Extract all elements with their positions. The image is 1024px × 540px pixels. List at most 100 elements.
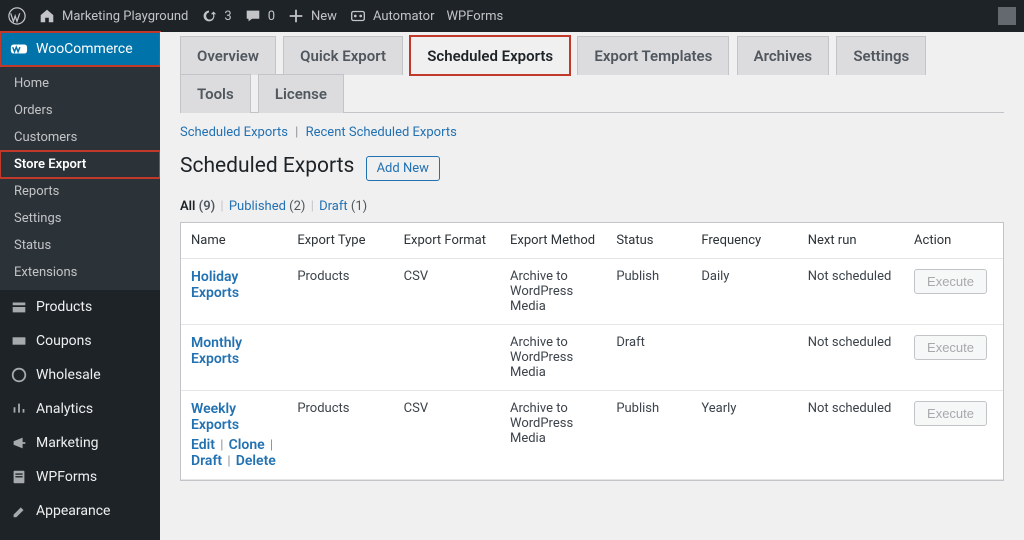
updates[interactable]: 3 bbox=[200, 7, 231, 25]
automator-label: Automator bbox=[373, 9, 435, 24]
row-status: Publish bbox=[606, 391, 691, 480]
site-name-label: Marketing Playground bbox=[62, 9, 188, 24]
tab-license[interactable]: License bbox=[258, 74, 344, 113]
filter-all[interactable]: All (9) bbox=[180, 199, 215, 214]
filter-published[interactable]: Published (2) bbox=[229, 199, 306, 214]
page-title: Scheduled Exports bbox=[180, 154, 354, 178]
row-frequency: Daily bbox=[691, 259, 797, 325]
submenu-customers[interactable]: Customers bbox=[0, 124, 160, 151]
col-frequency: Frequency bbox=[691, 223, 797, 259]
sidebar-item-marketing[interactable]: Marketing bbox=[0, 426, 160, 460]
site-name[interactable]: Marketing Playground bbox=[38, 7, 188, 25]
sidebar-item-appearance[interactable]: Appearance bbox=[0, 494, 160, 528]
submenu-orders[interactable]: Orders bbox=[0, 97, 160, 124]
execute-button[interactable]: Execute bbox=[914, 401, 987, 426]
col-method: Export Method bbox=[500, 223, 606, 259]
tab-tools[interactable]: Tools bbox=[180, 74, 251, 113]
automator-link[interactable]: Automator bbox=[349, 7, 435, 25]
submenu-label: Customers bbox=[14, 130, 77, 145]
nav-tabs: Overview Quick Export Scheduled Exports … bbox=[180, 36, 1004, 113]
row-name-link[interactable]: Monthly Exports bbox=[191, 335, 242, 367]
separator: | bbox=[309, 199, 316, 214]
woocommerce-icon bbox=[10, 40, 28, 58]
row-next-run: Not scheduled bbox=[798, 325, 904, 391]
avatar bbox=[998, 7, 1016, 25]
new-content[interactable]: New bbox=[287, 7, 337, 25]
tab-archives[interactable]: Archives bbox=[737, 36, 830, 75]
sidebar-item-label: Marketing bbox=[36, 435, 99, 451]
row-status: Draft bbox=[606, 325, 691, 391]
filter-label: Published bbox=[229, 199, 286, 214]
sidebar-item-label: Coupons bbox=[36, 333, 92, 349]
row-frequency bbox=[691, 325, 797, 391]
separator: | bbox=[265, 438, 275, 453]
filter-draft[interactable]: Draft (1) bbox=[319, 199, 367, 214]
woocommerce-submenu: Home Orders Customers Store Export Repor… bbox=[0, 66, 160, 290]
automator-icon bbox=[349, 7, 367, 25]
sidebar-item-label: WooCommerce bbox=[36, 41, 133, 57]
sidebar-item-label: Products bbox=[36, 299, 92, 315]
row-actions: Edit | Clone | Draft | Delete bbox=[191, 437, 277, 469]
my-account[interactable] bbox=[998, 7, 1016, 25]
tab-quick-export[interactable]: Quick Export bbox=[283, 36, 403, 75]
wp-logo[interactable] bbox=[8, 7, 26, 25]
wpforms-link[interactable]: WPForms bbox=[447, 9, 504, 24]
submenu-settings[interactable]: Settings bbox=[0, 205, 160, 232]
col-name[interactable]: Name bbox=[181, 223, 287, 259]
row-name-link[interactable]: Weekly Exports bbox=[191, 401, 239, 433]
row-next-run: Not scheduled bbox=[798, 391, 904, 480]
sidebar-item-woocommerce[interactable]: WooCommerce bbox=[0, 32, 160, 66]
separator: | bbox=[215, 438, 229, 453]
submenu-status[interactable]: Status bbox=[0, 232, 160, 259]
sidebar-item-coupons[interactable]: Coupons bbox=[0, 324, 160, 358]
row-next-run: Not scheduled bbox=[798, 259, 904, 325]
row-method: Archive to WordPress Media bbox=[500, 325, 606, 391]
execute-button[interactable]: Execute bbox=[914, 335, 987, 360]
marketing-icon bbox=[10, 434, 28, 452]
comments[interactable]: 0 bbox=[244, 7, 275, 25]
table-row: Monthly Exports Archive to WordPress Med… bbox=[181, 325, 1003, 391]
action-delete[interactable]: Delete bbox=[236, 453, 276, 469]
analytics-icon bbox=[10, 400, 28, 418]
link-recent-scheduled-exports[interactable]: Recent Scheduled Exports bbox=[306, 125, 457, 140]
tab-overview[interactable]: Overview bbox=[180, 36, 276, 75]
execute-button[interactable]: Execute bbox=[914, 269, 987, 294]
sidebar-item-wholesale[interactable]: Wholesale bbox=[0, 358, 160, 392]
row-format: CSV bbox=[394, 391, 500, 480]
row-name-link[interactable]: Holiday Exports bbox=[191, 269, 239, 301]
submenu-extensions[interactable]: Extensions bbox=[0, 259, 160, 286]
separator: | bbox=[218, 199, 225, 214]
submenu-label: Settings bbox=[14, 211, 61, 226]
tab-scheduled-exports[interactable]: Scheduled Exports bbox=[410, 36, 570, 75]
sidebar-item-wpforms[interactable]: WPForms bbox=[0, 460, 160, 494]
add-new-button[interactable]: Add New bbox=[366, 156, 440, 181]
submenu-reports[interactable]: Reports bbox=[0, 178, 160, 205]
sidebar-item-analytics[interactable]: Analytics bbox=[0, 392, 160, 426]
sidebar-item-products[interactable]: Products bbox=[0, 290, 160, 324]
home-icon bbox=[38, 7, 56, 25]
submenu-store-export[interactable]: Store Export bbox=[0, 151, 160, 178]
sidebar-item-label: Appearance bbox=[36, 503, 110, 519]
row-type: Products bbox=[287, 259, 393, 325]
action-clone[interactable]: Clone bbox=[229, 437, 265, 453]
row-type: Products bbox=[287, 391, 393, 480]
wpforms-label: WPForms bbox=[447, 9, 504, 24]
row-frequency: Yearly bbox=[691, 391, 797, 480]
page-header: Scheduled Exports Add New bbox=[180, 154, 1004, 181]
wpforms-icon bbox=[10, 468, 28, 486]
updates-count: 3 bbox=[224, 9, 231, 24]
row-method: Archive to WordPress Media bbox=[500, 391, 606, 480]
table-header-row: Name Export Type Export Format Export Me… bbox=[181, 223, 1003, 259]
action-draft[interactable]: Draft bbox=[191, 453, 222, 469]
submenu-label: Orders bbox=[14, 103, 53, 118]
admin-sidebar: WooCommerce Home Orders Customers Store … bbox=[0, 32, 160, 540]
col-action: Action bbox=[904, 223, 1003, 259]
action-edit[interactable]: Edit bbox=[191, 437, 215, 453]
submenu-label: Store Export bbox=[14, 157, 86, 172]
tab-export-templates[interactable]: Export Templates bbox=[577, 36, 729, 75]
submenu-label: Home bbox=[14, 76, 49, 91]
link-scheduled-exports[interactable]: Scheduled Exports bbox=[180, 125, 288, 140]
tab-settings[interactable]: Settings bbox=[836, 36, 926, 75]
submenu-home[interactable]: Home bbox=[0, 70, 160, 97]
separator: | bbox=[291, 125, 302, 140]
